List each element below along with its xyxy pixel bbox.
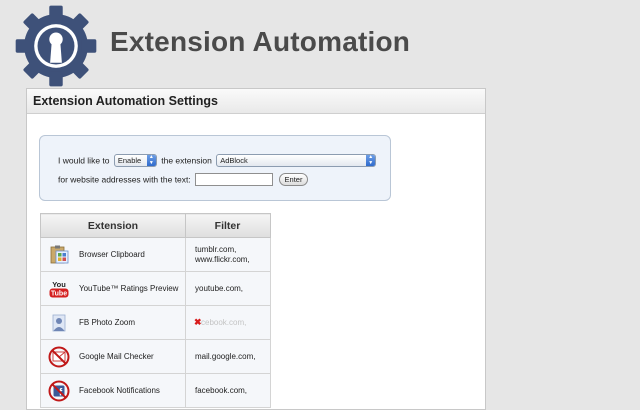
rule-row-url: for website addresses with the text: Ent… — [58, 173, 309, 186]
filter-column-header: Filter — [185, 213, 271, 238]
action-prefix-label: I would like to — [58, 155, 110, 166]
settings-panel: Extension Automation Settings I would li… — [26, 88, 486, 410]
filter-cell: facebook.com, — [185, 373, 271, 408]
url-text-input[interactable] — [195, 173, 274, 186]
filter-cell: ✖ cebook.com, — [185, 305, 271, 340]
table-row[interactable]: Google Mail Checker mail.google.com, — [40, 339, 271, 374]
gear-keyhole-icon — [15, 5, 97, 87]
filter-text: youtube.com, — [195, 283, 244, 293]
extension-name: Google Mail Checker — [79, 352, 154, 361]
action-select[interactable]: Enable ▲ ▼ — [113, 154, 157, 167]
filter-cell: tumblr.com, www.flickr.com, — [185, 237, 271, 272]
enter-button[interactable]: Enter — [278, 173, 309, 186]
extension-name: YouTube™ Ratings Preview — [79, 284, 179, 293]
remove-x-icon[interactable]: ✖ — [194, 317, 202, 327]
extension-prefix-label: the extension — [161, 155, 212, 166]
select-arrows-icon: ▲ ▼ — [366, 154, 376, 166]
table-header-row: Extension Filter — [40, 213, 271, 238]
table-row[interactable]: You Tube YouTube™ Ratings Preview youtub… — [40, 271, 271, 306]
panel-title: Extension Automation Settings — [27, 89, 485, 114]
gmail-disabled-icon — [48, 346, 70, 367]
extension-select[interactable]: AdBlock ▲ ▼ — [216, 154, 377, 167]
extension-filter-table: Extension Filter Browser Clipboard tumbl… — [40, 213, 271, 408]
table-row[interactable]: Browser Clipboard tumblr.com, www.flickr… — [40, 237, 271, 272]
photo-zoom-icon — [52, 314, 66, 331]
rule-form: I would like to Enable ▲ ▼ the extension … — [39, 135, 391, 201]
action-select-value: Enable — [117, 156, 142, 165]
rule-row-action: I would like to Enable ▲ ▼ the extension … — [58, 154, 377, 167]
extension-column-header: Extension — [40, 213, 186, 238]
svg-text:You: You — [52, 280, 66, 289]
extension-name: FB Photo Zoom — [79, 318, 136, 327]
table-row[interactable]: FB Photo Zoom ✖ cebook.com, — [40, 305, 271, 340]
filter-text: facebook.com, — [195, 385, 248, 395]
filter-text-disabled: ✖ cebook.com, — [194, 316, 247, 327]
extension-name: Facebook Notifications — [79, 386, 160, 395]
filter-cell: youtube.com, — [185, 271, 271, 306]
svg-text:Tube: Tube — [51, 290, 67, 297]
facebook-disabled-icon: f — [48, 380, 70, 401]
extension-name: Browser Clipboard — [79, 250, 145, 259]
extension-select-value: AdBlock — [220, 156, 248, 165]
table-row[interactable]: f Facebook Notifications facebook.com, — [40, 373, 271, 408]
website-label: for website addresses with the text: — [58, 174, 191, 185]
filter-text: www.flickr.com, — [195, 254, 250, 264]
filter-cell: mail.google.com, — [185, 339, 271, 374]
filter-text: tumblr.com, — [195, 244, 237, 254]
youtube-icon: You Tube — [49, 280, 69, 297]
app-title: Extension Automation — [110, 26, 411, 57]
select-arrows-icon: ▲ ▼ — [146, 154, 156, 166]
clipboard-icon — [50, 245, 69, 263]
filter-text: mail.google.com, — [195, 351, 256, 361]
